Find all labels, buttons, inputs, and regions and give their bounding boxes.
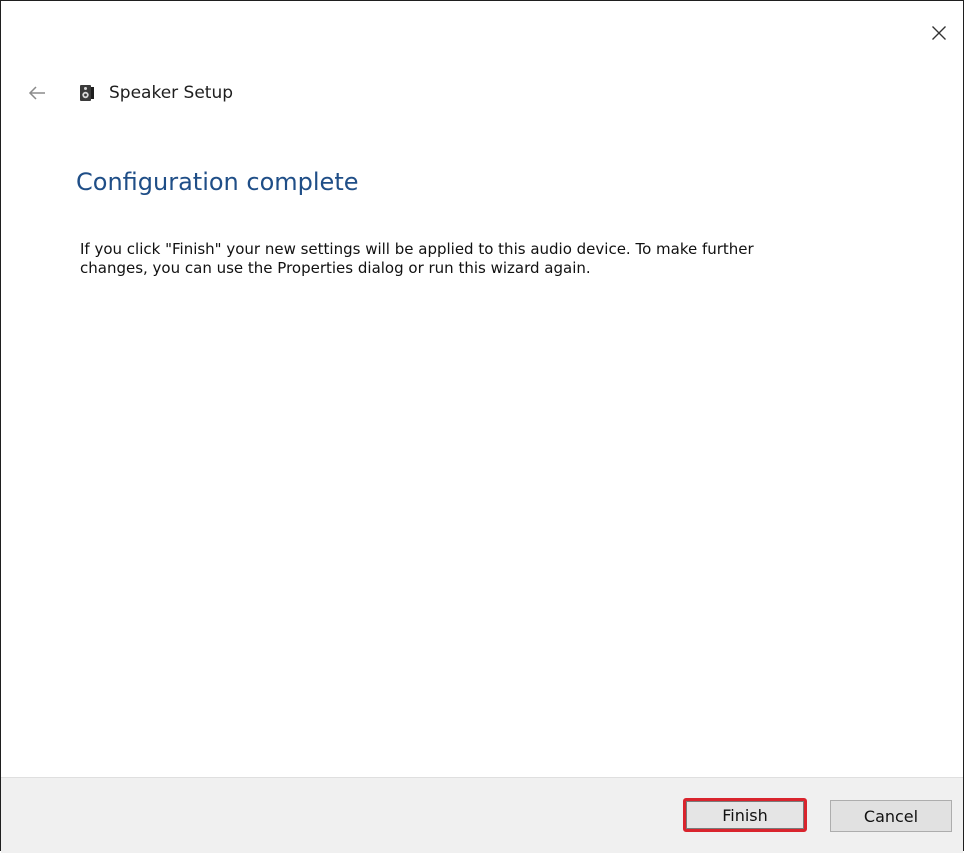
cancel-button[interactable]: Cancel bbox=[830, 800, 952, 832]
back-button[interactable] bbox=[25, 81, 49, 105]
speaker-icon bbox=[77, 83, 97, 103]
app-title: Speaker Setup bbox=[109, 83, 234, 103]
page-heading: Configuration complete bbox=[76, 168, 359, 196]
title-bar: Speaker Setup bbox=[25, 81, 233, 105]
finish-button-label: Finish bbox=[686, 801, 804, 829]
back-arrow-icon bbox=[28, 86, 45, 100]
finish-button[interactable]: Finish bbox=[683, 798, 807, 832]
speaker-setup-window: Speaker Setup Configuration complete If … bbox=[0, 0, 964, 853]
description-text: If you click "Finish" your new settings … bbox=[80, 240, 754, 277]
footer-bar: Finish Cancel bbox=[1, 777, 963, 853]
close-icon bbox=[932, 26, 946, 40]
close-button[interactable] bbox=[925, 19, 953, 47]
